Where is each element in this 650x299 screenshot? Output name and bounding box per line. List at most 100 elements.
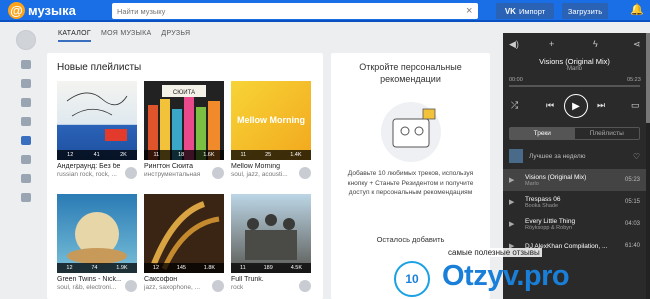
friends-icon[interactable] — [21, 79, 31, 88]
playlist-card[interactable]: 11 189 4.5K Full Trunk. rock — [231, 194, 311, 292]
playlist-cover[interactable]: 12 145 1.8K — [144, 194, 224, 273]
games-icon[interactable] — [21, 193, 31, 202]
playlist-card[interactable]: 12 74 1.9K Green Twins - Nick... soul, r&b… — [57, 194, 137, 292]
lightning-icon[interactable]: ϟ — [593, 39, 598, 49]
search-input[interactable] — [112, 3, 478, 19]
logo-at-icon: @ — [8, 2, 25, 19]
miniplayer-icon[interactable]: ▭ — [631, 100, 640, 111]
playlist-name[interactable]: Рингтон Сюита — [144, 163, 208, 170]
playlist-cover[interactable]: 12 74 1.9K — [57, 194, 137, 273]
play-button[interactable]: ▶ — [564, 94, 588, 118]
playlist-name[interactable]: Андеграунд: Без бе... — [57, 163, 121, 170]
play-icon: ▶ — [572, 100, 580, 112]
share-icon[interactable]: ⋖ — [633, 39, 641, 50]
otzyv-subtitle: самые полезные отзывы — [446, 248, 542, 257]
best-label: Лучшее за неделю — [529, 152, 586, 160]
best-of-week[interactable]: Лучшее за неделю ♡ — [509, 148, 640, 164]
tab-catalog[interactable]: КАТАЛОГ — [58, 30, 91, 42]
feed-icon[interactable] — [21, 60, 31, 69]
photos-icon[interactable] — [21, 98, 31, 107]
track-play-icon[interactable]: ▶ — [509, 198, 525, 206]
track-play-icon[interactable]: ▶ — [509, 220, 525, 228]
shuffle-icon[interactable]: ⤮ — [511, 100, 518, 111]
playlist-name[interactable]: Саксофон — [144, 276, 208, 283]
groups-icon[interactable] — [21, 155, 31, 164]
cover-art: Mellow Morning — [237, 115, 305, 125]
clear-search-icon[interactable]: × — [466, 3, 472, 19]
bell-icon[interactable]: 🔔 — [630, 3, 644, 16]
catalog-tabs: КАТАЛОГ МОЯ МУЗЫКА ДРУЗЬЯ — [58, 30, 190, 42]
otzyv-logo-badge: 10 — [394, 260, 430, 297]
owner-avatar[interactable] — [299, 167, 311, 179]
logo[interactable]: @ музыка — [8, 2, 76, 19]
playlist-stats: 12 145 1.8K — [144, 263, 224, 273]
now-playing-artist[interactable]: Marlo — [503, 66, 646, 72]
avatar[interactable] — [16, 30, 36, 50]
logo-text: музыка — [28, 3, 76, 18]
playlist-cover[interactable]: 11 189 4.5K — [231, 194, 311, 273]
apps-icon[interactable] — [21, 174, 31, 183]
import-label: Импорт — [518, 6, 546, 16]
tab-playlists[interactable]: Плейлисты — [575, 128, 640, 139]
cover-art — [151, 201, 220, 271]
track-row[interactable]: ▶ Visions (Original Mix) Marlo 05:23 — [503, 169, 646, 191]
upload-button[interactable]: Загрузить — [562, 3, 608, 19]
owner-avatar[interactable] — [212, 280, 224, 292]
playlist-card[interactable]: 12 145 1.8K Саксофон jazz, saxophone, ... — [144, 194, 224, 292]
best-thumbnail — [509, 149, 523, 163]
playlist-card[interactable]: СЮИТА 11 18 1.6K Рингтон Сюита инструмента… — [144, 81, 224, 179]
tab-my-music[interactable]: МОЯ МУЗЫКА — [101, 30, 151, 42]
left-rail — [16, 30, 38, 50]
tab-tracks[interactable]: Треки — [510, 128, 575, 139]
track-row[interactable]: ▶ Trespass 06 Booka Shade 05:15 — [503, 191, 646, 213]
otzyv-name: Otzyv.pro — [442, 260, 570, 292]
player-tabs: Треки Плейлисты — [509, 127, 640, 140]
track-play-icon[interactable]: ▶ — [509, 176, 525, 184]
owner-avatar[interactable] — [299, 280, 311, 292]
robot-illustration — [381, 102, 441, 162]
owner-avatar[interactable] — [125, 280, 137, 292]
add-icon[interactable]: + — [549, 39, 554, 49]
owner-avatar[interactable] — [125, 167, 137, 179]
prev-icon[interactable]: ⏮ — [546, 100, 554, 111]
playlists-title: Новые плейлисты — [57, 62, 142, 73]
playlist-tags: jazz, saxophone, ... — [144, 284, 201, 291]
playlist-stats: 12 41 2K — [57, 150, 137, 160]
progress-bar[interactable] — [509, 85, 640, 87]
playlist-cover[interactable]: Mellow Morning 11 25 1.4K — [231, 81, 311, 160]
playlist-name[interactable]: Full Trunk. — [231, 276, 295, 283]
track-title: Trespass 06 — [525, 195, 561, 203]
owner-avatar[interactable] — [212, 167, 224, 179]
next-icon[interactable]: ⏭ — [597, 100, 605, 111]
track-duration: 61:40 — [624, 243, 640, 249]
vk-import-button[interactable]: VK Импорт — [496, 3, 554, 19]
playlist-card[interactable]: Mellow Morning 11 25 1.4K Mellow Morning s… — [231, 81, 311, 179]
playlist-cover[interactable]: СЮИТА 11 18 1.6K — [144, 81, 224, 160]
playlist-name[interactable]: Mellow Morning — [231, 163, 295, 170]
track-title: Visions (Original Mix) — [525, 173, 587, 181]
otzyv-text: самые полезные отзывы Otzyv.pro — [434, 248, 646, 299]
track-row[interactable]: ▶ Every Little Thing Röyksopp & Robyn 04:… — [503, 213, 646, 235]
track-duration: 05:23 — [624, 177, 640, 183]
time-total: 05:23 — [627, 77, 641, 83]
recs-left-label: Осталось добавить — [376, 235, 445, 244]
cover-art — [66, 92, 128, 141]
playlist-name[interactable]: Green Twins - Nick... — [57, 276, 121, 283]
recs-title: Откройте персональные рекомендации — [359, 62, 462, 84]
playlist-stats: 11 18 1.6K — [144, 150, 224, 160]
track-title: Every Little Thing — [525, 217, 576, 225]
time-elapsed: 00:00 — [509, 77, 523, 83]
cover-art — [67, 212, 127, 264]
volume-icon[interactable]: ◀) — [509, 39, 519, 50]
scrollbar-thumb[interactable] — [646, 33, 650, 123]
playlist-card[interactable]: 12 41 2K Андеграунд: Без бе... russian roc… — [57, 81, 137, 179]
playlist-stats: 11 25 1.4K — [231, 150, 311, 160]
heart-icon[interactable]: ♡ — [633, 152, 640, 161]
playlist-cover[interactable]: 12 41 2K — [57, 81, 137, 160]
svg-text:Mellow Morning: Mellow Morning — [237, 115, 305, 125]
video-icon[interactable] — [21, 117, 31, 126]
music-icon[interactable] — [21, 136, 31, 145]
now-playing-title: Visions (Original Mix) — [539, 57, 610, 66]
tab-friends[interactable]: ДРУЗЬЯ — [161, 30, 190, 42]
recs-text: Добавьте 10 любимых треков, используя кн… — [347, 170, 474, 196]
